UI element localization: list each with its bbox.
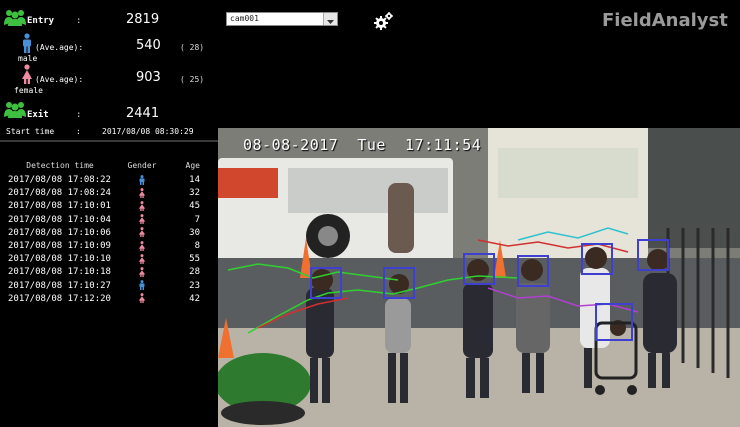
entry-row: Entry : 2819 <box>0 4 218 30</box>
detection-time-cell: 2017/08/08 17:10:18 <box>8 267 111 278</box>
header-gender: Gender <box>127 160 157 170</box>
group-people-icon <box>4 10 26 26</box>
start-time-row: Start time : 2017/08/08 08:30:29 <box>6 125 216 139</box>
start-time-value: 2017/08/08 08:30:29 <box>102 127 194 136</box>
female-person-icon <box>22 64 32 84</box>
entry-colon: : <box>76 16 82 26</box>
camera-scene <box>218 128 740 427</box>
female-value: 903 <box>136 70 161 85</box>
exit-label: Exit <box>27 110 49 120</box>
age-cell: 32 <box>189 188 200 199</box>
age-cell: 55 <box>189 254 200 265</box>
age-cell: 30 <box>189 227 200 238</box>
detection-time-cell: 2017/08/08 17:10:04 <box>8 214 111 225</box>
detection-time-cell: 2017/08/08 17:10:10 <box>8 254 111 265</box>
detection-table: Detection time Gender Age 2017/08/08 17:… <box>4 156 214 306</box>
detection-time-cell: 2017/08/08 17:08:24 <box>8 188 111 199</box>
exit-value: 2441 <box>126 106 160 121</box>
group-people-icon <box>4 102 26 118</box>
gears-icon[interactable] <box>373 11 395 31</box>
detection-time-cell: 2017/08/08 17:10:01 <box>8 201 111 212</box>
header-age: Age <box>185 160 200 170</box>
female-person-icon <box>116 214 168 227</box>
detection-time-cell: 2017/08/08 17:08:22 <box>8 175 111 185</box>
age-cell: 7 <box>194 214 200 225</box>
camera-view: 08-08-2017 Tue 17:11:54 <box>218 128 740 427</box>
table-row: 2017/08/08 17:10:09 8 <box>4 240 214 253</box>
header-detection-time: Detection time <box>26 160 94 170</box>
table-row: 2017/08/08 17:10:04 7 <box>4 214 214 227</box>
age-cell: 14 <box>189 175 200 185</box>
male-person-icon <box>116 174 168 187</box>
female-person-icon <box>116 253 168 266</box>
table-row: 2017/08/08 17:10:10 55 <box>4 253 214 266</box>
table-header-row: Detection time Gender Age <box>4 156 214 174</box>
age-cell: 45 <box>189 201 200 212</box>
detection-time-cell: 2017/08/08 17:10:09 <box>8 241 111 252</box>
female-person-icon <box>116 240 168 253</box>
table-row: 2017/08/08 17:08:22 14 <box>4 174 214 187</box>
table-row: 2017/08/08 17:10:27 23 <box>4 280 214 293</box>
age-cell: 28 <box>189 267 200 278</box>
start-time-label: Start time <box>6 127 55 136</box>
table-row: 2017/08/08 17:10:18 28 <box>4 266 214 279</box>
male-value: 540 <box>136 38 161 53</box>
exit-colon: : <box>76 110 82 120</box>
female-person-icon <box>116 200 168 213</box>
female-person-icon <box>116 227 168 240</box>
male-person-icon <box>116 280 168 293</box>
age-cell: 42 <box>189 293 200 304</box>
male-ave-age-label: (Ave.age): <box>35 43 84 52</box>
female-person-icon <box>116 266 168 279</box>
table-row: 2017/08/08 17:10:06 30 <box>4 227 214 240</box>
table-row: 2017/08/08 17:12:20 42 <box>4 293 214 306</box>
female-person-icon <box>116 293 168 306</box>
age-cell: 8 <box>194 241 200 252</box>
camera-select-value: cam001 <box>230 14 259 23</box>
start-time-colon: : <box>76 127 81 136</box>
table-row: 2017/08/08 17:08:24 32 <box>4 187 214 200</box>
female-label: female <box>14 86 43 95</box>
panel-divider <box>0 140 218 142</box>
camera-select[interactable]: cam001 <box>226 12 338 26</box>
female-ave-age-label: (Ave.age): <box>35 75 84 84</box>
entry-label: Entry <box>27 16 55 26</box>
age-cell: 23 <box>189 280 200 291</box>
female-person-icon <box>116 187 168 200</box>
male-person-icon <box>23 33 31 53</box>
female-ave-age: ( 25) <box>180 75 205 84</box>
video-timestamp: 08-08-2017 Tue 17:11:54 <box>243 136 482 154</box>
male-label: male <box>18 54 38 63</box>
chevron-down-icon[interactable] <box>323 13 337 25</box>
detection-time-cell: 2017/08/08 17:10:27 <box>8 280 111 291</box>
table-row: 2017/08/08 17:10:01 45 <box>4 200 214 213</box>
exit-row: Exit : 2441 <box>0 96 218 122</box>
detection-time-cell: 2017/08/08 17:10:06 <box>8 227 111 238</box>
brand-logo: FieldAnalyst <box>602 10 728 31</box>
entry-value: 2819 <box>126 12 160 27</box>
male-ave-age: ( 28) <box>180 43 205 52</box>
detection-time-cell: 2017/08/08 17:12:20 <box>8 293 111 304</box>
